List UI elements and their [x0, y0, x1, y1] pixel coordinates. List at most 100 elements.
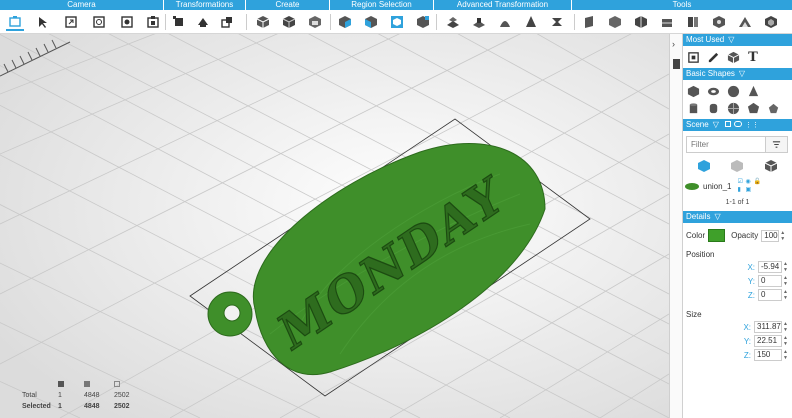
select-pointer-icon[interactable] — [34, 13, 52, 31]
right-panel: Most Used▽ T Basic Shapes▽ Scene▽⋮⋮ unio… — [682, 34, 792, 418]
chevron-down-icon: ▽ — [738, 69, 746, 78]
stats-overlay: Total 1 4848 2502 Selected 1 4848 2502 — [22, 378, 144, 412]
camera-view-icon[interactable] — [6, 13, 24, 31]
scale-icon[interactable] — [218, 13, 236, 31]
extrude-icon[interactable] — [444, 13, 462, 31]
scene-canvas[interactable]: MONDAY — [0, 34, 669, 418]
object-lock-icon[interactable]: 🔓 — [753, 179, 760, 186]
position-y-label: Y: — [747, 276, 755, 286]
size-x-input[interactable]: 311.87 — [754, 321, 782, 333]
tool-separate-icon[interactable] — [684, 13, 702, 31]
smooth-icon[interactable] — [496, 13, 514, 31]
tool-overhang-icon[interactable] — [736, 13, 754, 31]
scene-more-icon[interactable]: ⋮⋮ — [745, 122, 759, 129]
shape-torus-icon[interactable] — [705, 83, 721, 99]
cube-icon[interactable] — [725, 49, 741, 65]
twist-icon[interactable] — [548, 13, 566, 31]
selected-vertices: 2502 — [114, 403, 130, 410]
shape-pentagon-icon[interactable] — [765, 100, 781, 116]
create-shape-icon[interactable] — [306, 13, 324, 31]
scene-filter-input[interactable] — [686, 136, 766, 153]
size-z-input[interactable]: 150 — [754, 349, 782, 361]
opacity-input[interactable]: 100 — [761, 229, 780, 242]
details-header[interactable]: Details ▽ — [683, 211, 792, 223]
object-checkbox-icon[interactable]: ☑ — [737, 179, 744, 186]
shape-cone-icon[interactable] — [745, 83, 761, 99]
move-icon[interactable] — [170, 13, 188, 31]
scene-header[interactable]: Scene ▽ ⋮⋮ — [683, 119, 792, 131]
selected-objects: 1 — [58, 403, 62, 410]
select-all-icon[interactable] — [414, 13, 432, 31]
select-region-icon[interactable] — [388, 13, 406, 31]
shape-cylinder-icon[interactable] — [685, 100, 701, 116]
position-y-input[interactable]: 0 — [758, 275, 782, 287]
shape-sphere-icon[interactable] — [725, 83, 741, 99]
object-paint-icon[interactable]: ▮ — [737, 187, 744, 194]
size-y-input[interactable]: 22.51 — [754, 335, 782, 347]
pencil-icon[interactable] — [705, 49, 721, 65]
size-x-spinner-icon[interactable]: ▲ ▼ — [783, 321, 789, 333]
pan-icon[interactable] — [62, 13, 80, 31]
opacity-label: Opacity — [731, 231, 759, 240]
tool-measure-icon[interactable] — [606, 13, 624, 31]
scene-pager: 1-1 of 1 — [725, 199, 750, 206]
shape-cube-icon[interactable] — [685, 83, 701, 99]
chevron-down-icon: ▽ — [712, 120, 719, 129]
selected-triangles: 4848 — [84, 403, 100, 410]
select-face-icon[interactable] — [336, 13, 354, 31]
tool-hollow-icon[interactable] — [762, 13, 780, 31]
collapse-panel-icon[interactable]: › — [672, 39, 675, 49]
size-y-spinner-icon[interactable]: ▲ ▼ — [783, 335, 789, 347]
chevron-down-icon: ▽ — [728, 35, 735, 44]
panel-handle-icon[interactable] — [673, 59, 680, 69]
position-x-spinner-icon[interactable]: ▲ ▼ — [783, 261, 789, 273]
opacity-spinner-icon[interactable]: ▲ ▼ — [780, 230, 786, 242]
position-label: Position — [686, 249, 715, 259]
text-tool-icon[interactable]: T — [745, 49, 761, 65]
fit-view-icon[interactable] — [144, 13, 162, 31]
size-z-label: Z: — [743, 350, 751, 360]
position-z-label: Z: — [747, 290, 755, 300]
most-used-header[interactable]: Most Used ▽ — [683, 34, 792, 46]
position-z-input[interactable]: 0 — [758, 289, 782, 301]
offset-icon[interactable] — [470, 13, 488, 31]
scene-toggle-icon[interactable] — [733, 121, 742, 127]
hidden-view-icon[interactable] — [764, 159, 778, 173]
tool-slice-icon[interactable] — [658, 13, 676, 31]
object-visibility-icon[interactable]: ◉ — [745, 179, 752, 186]
rotate-icon[interactable] — [194, 13, 212, 31]
object-lock2-icon[interactable]: ▣ — [745, 187, 752, 194]
size-z-spinner-icon[interactable]: ▲ ▼ — [783, 349, 789, 361]
basic-shapes-header[interactable]: Basic Shapes ▽ — [683, 68, 792, 80]
select-brush-icon[interactable] — [362, 13, 380, 31]
pinch-icon[interactable] — [522, 13, 540, 31]
group-region-selection: Region Selection — [330, 0, 434, 10]
group-create: Create — [246, 0, 330, 10]
object-name: union_1 — [703, 181, 732, 191]
tool-repair-icon[interactable] — [710, 13, 728, 31]
wireframe-view-icon[interactable] — [730, 159, 744, 173]
shape-icosphere-icon[interactable] — [745, 100, 761, 116]
tool-solid-icon[interactable] — [580, 13, 598, 31]
tool-analysis-icon[interactable] — [632, 13, 650, 31]
group-camera: Camera — [0, 0, 164, 10]
position-x-input[interactable]: -5.94 — [758, 261, 782, 273]
group-advanced-transformation: Advanced Transformation — [434, 0, 572, 10]
position-y-spinner-icon[interactable]: ▲ ▼ — [783, 275, 789, 287]
rotate-camera-icon[interactable] — [90, 13, 108, 31]
shape-tube-icon[interactable] — [705, 100, 721, 116]
color-swatch[interactable] — [708, 229, 726, 242]
group-tools: Tools — [572, 0, 792, 10]
shape-geosphere-icon[interactable] — [725, 100, 741, 116]
import-icon[interactable] — [685, 49, 701, 65]
create-box-icon[interactable] — [280, 13, 298, 31]
position-z-spinner-icon[interactable]: ▲ ▼ — [783, 289, 789, 301]
scene-view-icon[interactable] — [724, 121, 731, 127]
scene-object-row[interactable]: union_1 ☑ ◉ 🔓 ▮ ▣ — [683, 175, 792, 197]
create-cube-icon[interactable] — [254, 13, 272, 31]
filter-options-icon[interactable] — [766, 136, 788, 153]
3d-viewport[interactable]: MONDAY Total 1 4848 2502 Selected 1 4848… — [0, 34, 669, 418]
zoom-icon[interactable] — [118, 13, 136, 31]
solid-view-icon[interactable] — [697, 159, 711, 173]
size-y-label: Y: — [743, 336, 751, 346]
